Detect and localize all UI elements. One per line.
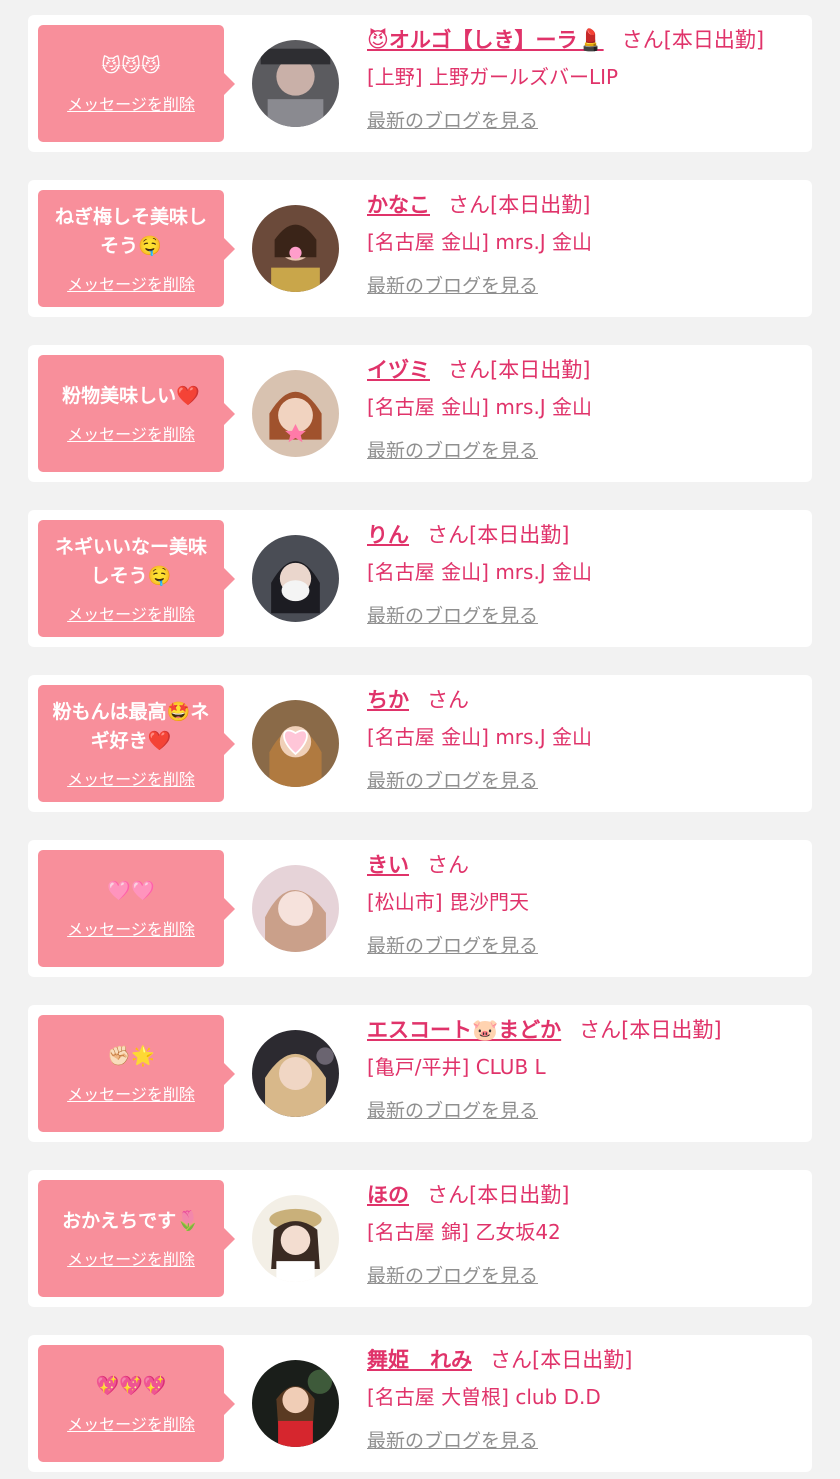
message-text: ✊🏻🌟: [107, 1045, 155, 1067]
list-item: 🩷🩷 メッセージを削除 きい さん [松山市] 毘沙門天 最新のブログを見る: [28, 840, 812, 977]
message-bubble: 🩷🩷 メッセージを削除: [38, 850, 235, 967]
list-item: ✊🏻🌟 メッセージを削除 エスコート🐷まどか さん[本日出勤] [亀戸/平井] C…: [28, 1005, 812, 1142]
delete-message-button[interactable]: メッセージを削除: [67, 601, 195, 625]
cast-info: エスコート🐷まどか さん[本日出勤] [亀戸/平井] CLUB L 最新のブログを…: [367, 1015, 804, 1125]
delete-message-button[interactable]: メッセージを削除: [67, 1246, 195, 1270]
cast-status: さん[本日出勤]: [448, 358, 591, 382]
latest-blog-link[interactable]: 最新のブログを見る: [367, 767, 538, 795]
shop-name: [名古屋 金山] mrs.J 金山: [367, 395, 593, 419]
cast-info: 😈オルゴ【しき】ーラ💄 さん[本日出勤] [上野] 上野ガールズバーLIP 最新の…: [367, 25, 804, 135]
message-bubble: 粉もんは最高🤩ネギ好き❤️ メッセージを削除: [38, 685, 235, 802]
delete-message-button[interactable]: メッセージを削除: [67, 421, 195, 445]
message-bubble: 💖💖💖 メッセージを削除: [38, 1345, 235, 1462]
latest-blog-link[interactable]: 最新のブログを見る: [367, 1427, 538, 1455]
message-text: 粉物美味しい❤️: [62, 385, 200, 407]
shop-name: [名古屋 金山] mrs.J 金山: [367, 560, 593, 584]
shop-name: [名古屋 金山] mrs.J 金山: [367, 725, 593, 749]
avatar[interactable]: [252, 865, 339, 952]
cast-status: さん[本日出勤]: [427, 523, 570, 547]
avatar[interactable]: [252, 1360, 339, 1447]
list-item: 粉物美味しい❤️ メッセージを削除 イヅミ さん[本日出勤] [名古屋 金山] m…: [28, 345, 812, 482]
cast-name-link[interactable]: りん: [367, 523, 409, 547]
cast-info: 舞姫 れみ さん[本日出勤] [名古屋 大曽根] club D.D 最新のブログを…: [367, 1345, 804, 1455]
list-item: おかえちです🌷 メッセージを削除 ほの さん[本日出勤] [名古屋 錦] 乙女坂4…: [28, 1170, 812, 1307]
message-bubble: ✊🏻🌟 メッセージを削除: [38, 1015, 235, 1132]
list-item: 粉もんは最高🤩ネギ好き❤️ メッセージを削除 ちか さん [名古屋 金山] mrs…: [28, 675, 812, 812]
avatar[interactable]: [252, 535, 339, 622]
message-bubble: 😼😼😼 メッセージを削除: [38, 25, 235, 142]
avatar[interactable]: [252, 370, 339, 457]
latest-blog-link[interactable]: 最新のブログを見る: [367, 602, 538, 630]
shop-name: [名古屋 金山] mrs.J 金山: [367, 230, 593, 254]
shop-name: [上野] 上野ガールズバーLIP: [367, 65, 619, 89]
latest-blog-link[interactable]: 最新のブログを見る: [367, 1262, 538, 1290]
message-bubble: ネギいいなー美味しそう🤤 メッセージを削除: [38, 520, 235, 637]
avatar[interactable]: [252, 1195, 339, 1282]
cast-name-link[interactable]: かなこ: [367, 193, 430, 217]
avatar[interactable]: [252, 205, 339, 292]
delete-message-button[interactable]: メッセージを削除: [67, 91, 195, 115]
delete-message-button[interactable]: メッセージを削除: [67, 1081, 195, 1105]
cast-name-link[interactable]: ちか: [367, 688, 409, 712]
cast-info: ちか さん [名古屋 金山] mrs.J 金山 最新のブログを見る: [367, 685, 804, 795]
message-text: ネギいいなー美味しそう🤤: [54, 535, 207, 587]
cast-name-link[interactable]: ほの: [367, 1183, 409, 1207]
avatar[interactable]: [252, 700, 339, 787]
cast-info: りん さん[本日出勤] [名古屋 金山] mrs.J 金山 最新のブログを見る: [367, 520, 804, 630]
message-text: 💖💖💖: [95, 1375, 167, 1397]
cast-name-link[interactable]: 舞姫 れみ: [367, 1348, 472, 1372]
cast-info: かなこ さん[本日出勤] [名古屋 金山] mrs.J 金山 最新のブログを見る: [367, 190, 804, 300]
latest-blog-link[interactable]: 最新のブログを見る: [367, 107, 538, 135]
shop-name: [名古屋 錦] 乙女坂42: [367, 1220, 561, 1244]
message-bubble: 粉物美味しい❤️ メッセージを削除: [38, 355, 235, 472]
cast-status: さん[本日出勤]: [448, 193, 591, 217]
message-text: 😼😼😼: [101, 55, 161, 77]
list-item: 💖💖💖 メッセージを削除 舞姫 れみ さん[本日出勤] [名古屋 大曽根] clu…: [28, 1335, 812, 1472]
delete-message-button[interactable]: メッセージを削除: [67, 1411, 195, 1435]
cast-name-link[interactable]: 😈オルゴ【しき】ーラ💄: [367, 28, 604, 52]
cast-status: さん: [427, 688, 469, 712]
latest-blog-link[interactable]: 最新のブログを見る: [367, 932, 538, 960]
cast-info: きい さん [松山市] 毘沙門天 最新のブログを見る: [367, 850, 804, 960]
shop-name: [名古屋 大曽根] club D.D: [367, 1385, 601, 1409]
delete-message-button[interactable]: メッセージを削除: [67, 271, 195, 295]
message-text: 粉もんは最高🤩ネギ好き❤️: [52, 700, 210, 752]
cast-status: さん[本日出勤]: [579, 1018, 722, 1042]
message-text: おかえちです🌷: [62, 1210, 200, 1232]
delete-message-button[interactable]: メッセージを削除: [67, 916, 195, 940]
message-list: 😼😼😼 メッセージを削除 😈オルゴ【しき】ーラ💄 さん[本日出勤] [上野] 上野…: [0, 0, 840, 1472]
cast-name-link[interactable]: イヅミ: [367, 358, 430, 382]
avatar[interactable]: [252, 1030, 339, 1117]
latest-blog-link[interactable]: 最新のブログを見る: [367, 1097, 538, 1125]
shop-name: [亀戸/平井] CLUB L: [367, 1055, 546, 1079]
message-bubble: ねぎ梅しそ美味しそう🤤 メッセージを削除: [38, 190, 235, 307]
cast-status: さん[本日出勤]: [427, 1183, 570, 1207]
message-text: ねぎ梅しそ美味しそう🤤: [54, 205, 207, 257]
list-item: 😼😼😼 メッセージを削除 😈オルゴ【しき】ーラ💄 さん[本日出勤] [上野] 上野…: [28, 15, 812, 152]
list-item: ねぎ梅しそ美味しそう🤤 メッセージを削除 かなこ さん[本日出勤] [名古屋 金山…: [28, 180, 812, 317]
avatar[interactable]: [252, 40, 339, 127]
shop-name: [松山市] 毘沙門天: [367, 890, 529, 914]
message-text: 🩷🩷: [107, 880, 155, 902]
latest-blog-link[interactable]: 最新のブログを見る: [367, 437, 538, 465]
message-bubble: おかえちです🌷 メッセージを削除: [38, 1180, 235, 1297]
list-item: ネギいいなー美味しそう🤤 メッセージを削除 りん さん[本日出勤] [名古屋 金山…: [28, 510, 812, 647]
cast-status: さん[本日出勤]: [490, 1348, 633, 1372]
cast-info: ほの さん[本日出勤] [名古屋 錦] 乙女坂42 最新のブログを見る: [367, 1180, 804, 1290]
latest-blog-link[interactable]: 最新のブログを見る: [367, 272, 538, 300]
cast-name-link[interactable]: エスコート🐷まどか: [367, 1018, 561, 1042]
cast-status: さん: [427, 853, 469, 877]
cast-status: さん[本日出勤]: [621, 28, 765, 52]
cast-name-link[interactable]: きい: [367, 853, 409, 877]
cast-info: イヅミ さん[本日出勤] [名古屋 金山] mrs.J 金山 最新のブログを見る: [367, 355, 804, 465]
delete-message-button[interactable]: メッセージを削除: [67, 766, 195, 790]
